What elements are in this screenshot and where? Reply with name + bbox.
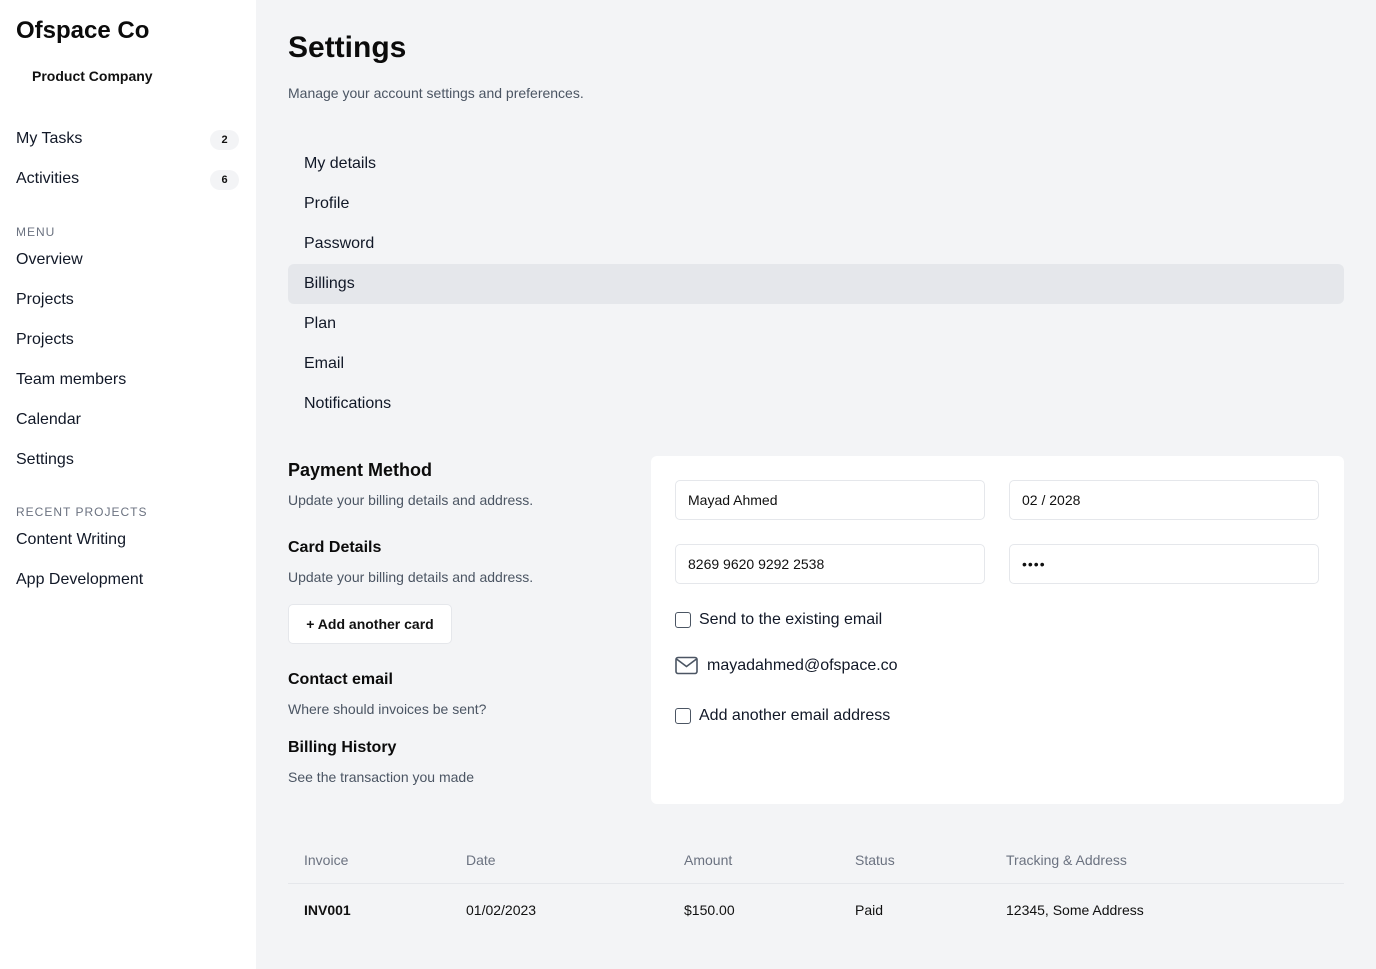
invoice-status: Paid xyxy=(855,902,884,918)
sidebar-item-label: Activities xyxy=(16,170,80,187)
sidebar-item-app-development[interactable]: App Development xyxy=(16,571,143,589)
cvv-input[interactable] xyxy=(1009,544,1319,584)
column-header-tracking: Tracking & Address xyxy=(1006,852,1127,868)
page-subtitle: Manage your account settings and prefere… xyxy=(288,85,584,101)
contact-email-title: Contact email xyxy=(288,671,393,688)
card-details-title: Card Details xyxy=(288,539,382,556)
payment-method-title: Payment Method xyxy=(288,460,433,480)
sidebar-item-team-members[interactable]: Team members xyxy=(16,371,126,389)
sidebar-item-label: My Tasks xyxy=(16,130,83,147)
card-details-section: Card Details Update your billing details… xyxy=(288,539,533,585)
billing-history-title: Billing History xyxy=(288,739,397,756)
invoice-amount: $150.00 xyxy=(684,902,735,918)
invoice-date: 01/02/2023 xyxy=(466,902,537,918)
column-header-date: Date xyxy=(466,852,496,868)
card-number-input[interactable] xyxy=(675,544,985,584)
tab-billings[interactable]: Billings xyxy=(288,264,1344,304)
sidebar-item-settings[interactable]: Settings xyxy=(16,451,74,469)
sidebar-item-overview[interactable]: Overview xyxy=(16,251,83,269)
settings-tabs: My details Profile Password Billings Pla… xyxy=(288,144,1344,424)
recent-projects-label: RECENT PROJECTS xyxy=(16,505,148,519)
count-badge: 2 xyxy=(210,130,239,150)
existing-email-value: mayadahmed@ofspace.co xyxy=(707,656,898,674)
column-header-amount: Amount xyxy=(684,852,733,868)
contact-email-section: Contact email Where should invoices be s… xyxy=(288,671,486,717)
add-email-option[interactable]: Add another email address xyxy=(675,707,890,725)
mail-icon xyxy=(675,656,698,675)
sidebar-item-activities[interactable]: Activities 6 xyxy=(0,160,256,200)
main-content: Settings Manage your account settings an… xyxy=(256,0,1376,969)
sidebar-item-projects-2[interactable]: Projects xyxy=(16,331,74,349)
menu-section-label: MENU xyxy=(16,225,56,239)
brand-name: Ofspace Co xyxy=(16,17,150,44)
table-header: Invoice Date Amount Status Tracking & Ad… xyxy=(288,840,1344,884)
sidebar: Ofspace Co Product Company My Tasks 2 Ac… xyxy=(0,0,256,969)
billing-history-desc: See the transaction you made xyxy=(288,769,475,785)
billing-history-section: Billing History See the transaction you … xyxy=(288,739,474,785)
cardholder-name-input[interactable] xyxy=(675,480,985,520)
invoice-tracking: 12345, Some Address xyxy=(1006,902,1144,918)
sidebar-item-calendar[interactable]: Calendar xyxy=(16,411,81,429)
sidebar-item-projects[interactable]: Projects xyxy=(16,291,74,309)
existing-email-row: mayadahmed@ofspace.co xyxy=(675,656,898,675)
page-title: Settings xyxy=(288,31,407,64)
tab-plan[interactable]: Plan xyxy=(288,304,1344,344)
count-badge: 6 xyxy=(210,170,239,190)
column-header-invoice: Invoice xyxy=(304,852,349,868)
company-name: Product Company xyxy=(32,68,153,84)
tab-my-details[interactable]: My details xyxy=(288,144,1344,184)
expiry-date-input[interactable] xyxy=(1009,480,1319,520)
add-email-label: Add another email address xyxy=(699,707,891,724)
sidebar-item-my-tasks[interactable]: My Tasks 2 xyxy=(0,120,256,160)
add-email-checkbox[interactable] xyxy=(675,708,691,724)
tab-profile[interactable]: Profile xyxy=(288,184,1344,224)
payment-method-desc: Update your billing details and address. xyxy=(288,492,534,508)
sidebar-item-content-writing[interactable]: Content Writing xyxy=(16,531,126,549)
tab-notifications[interactable]: Notifications xyxy=(288,384,1344,424)
invoice-id: INV001 xyxy=(304,902,351,918)
tab-password[interactable]: Password xyxy=(288,224,1344,264)
tab-email[interactable]: Email xyxy=(288,344,1344,384)
payment-form-card: Send to the existing email mayadahmed@of… xyxy=(651,456,1344,804)
card-details-desc: Update your billing details and address. xyxy=(288,569,534,585)
table-row[interactable]: INV001 01/02/2023 $150.00 Paid 12345, So… xyxy=(288,884,1344,936)
payment-method-section: Payment Method Update your billing detai… xyxy=(288,460,533,508)
send-existing-email-option[interactable]: Send to the existing email xyxy=(675,611,882,629)
billing-history-table: Invoice Date Amount Status Tracking & Ad… xyxy=(288,840,1344,936)
send-existing-email-label: Send to the existing email xyxy=(699,611,883,628)
add-card-button[interactable]: + Add another card xyxy=(288,604,452,644)
send-existing-email-checkbox[interactable] xyxy=(675,612,691,628)
column-header-status: Status xyxy=(855,852,895,868)
contact-email-desc: Where should invoices be sent? xyxy=(288,701,487,717)
